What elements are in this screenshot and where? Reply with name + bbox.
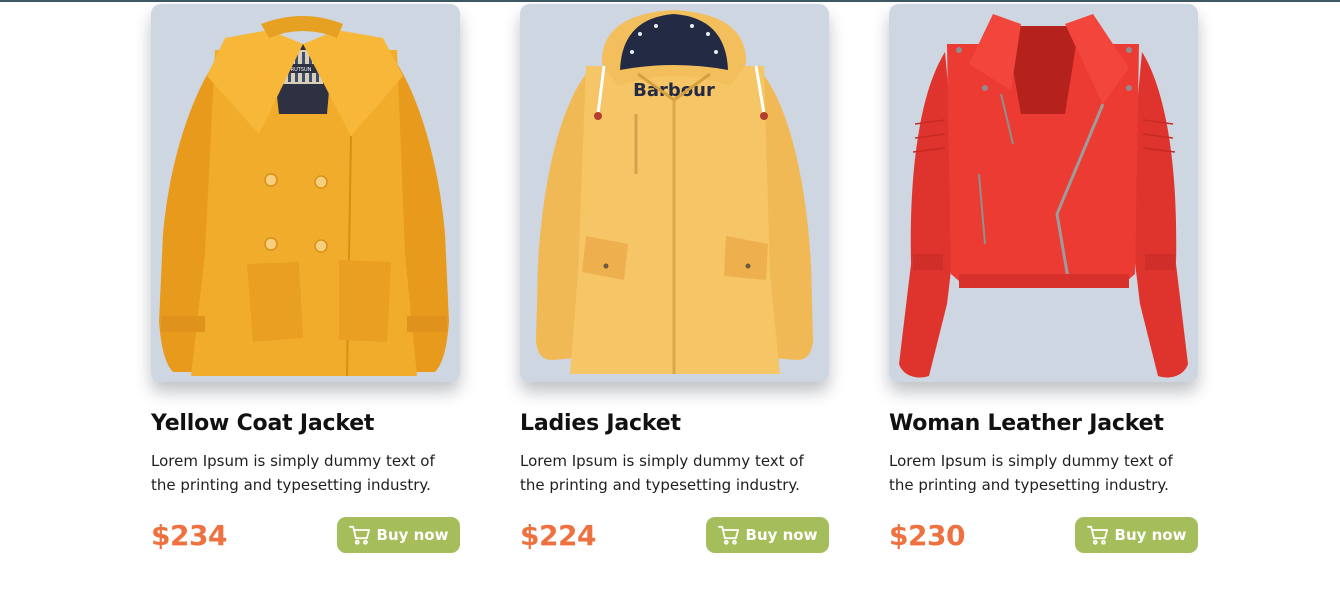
product-description: Lorem Ipsum is simply dummy text of the … xyxy=(889,452,1173,494)
product-card: Barbour Ladies Jacket Lorem Ipsum is sim… xyxy=(520,4,829,553)
product-grid: RUTSUN Yellow Coat Jacket Lorem Ipsum is… xyxy=(151,4,1198,553)
product-price: $224 xyxy=(520,518,596,552)
product-card: Woman Leather Jacket Lorem Ipsum is simp… xyxy=(889,4,1198,553)
top-divider xyxy=(0,0,1340,2)
cart-icon xyxy=(1086,525,1109,545)
product-title: Woman Leather Jacket xyxy=(889,411,1164,436)
yellow-coat-jacket-image: RUTSUN xyxy=(159,16,449,377)
price-row: $234 Buy now xyxy=(151,517,460,553)
ladies-jacket-image: Barbour xyxy=(536,10,813,374)
product-title: Ladies Jacket xyxy=(520,411,681,436)
buy-now-button[interactable]: Buy now xyxy=(706,517,829,553)
product-image[interactable]: RUTSUN xyxy=(151,4,460,382)
buy-now-button[interactable]: Buy now xyxy=(337,517,460,553)
product-image[interactable] xyxy=(889,4,1198,382)
product-image[interactable]: Barbour xyxy=(520,4,829,382)
coat-tag-text: RUTSUN xyxy=(291,67,312,73)
product-price: $230 xyxy=(889,518,965,552)
cart-icon xyxy=(348,525,371,545)
product-description: Lorem Ipsum is simply dummy text of the … xyxy=(151,452,435,494)
product-card: RUTSUN Yellow Coat Jacket Lorem Ipsum is… xyxy=(151,4,460,553)
cart-icon xyxy=(717,525,740,545)
product-price: $234 xyxy=(151,518,227,552)
buy-now-label: Buy now xyxy=(376,526,449,544)
product-title: Yellow Coat Jacket xyxy=(151,411,375,436)
jacket-tag-text: Barbour xyxy=(633,80,715,101)
price-row: $230 Buy now xyxy=(889,517,1198,553)
red-leather-jacket-image xyxy=(899,14,1188,378)
buy-now-label: Buy now xyxy=(745,526,818,544)
price-row: $224 Buy now xyxy=(520,517,829,553)
product-description: Lorem Ipsum is simply dummy text of the … xyxy=(520,452,804,494)
buy-now-button[interactable]: Buy now xyxy=(1075,517,1198,553)
buy-now-label: Buy now xyxy=(1114,526,1187,544)
